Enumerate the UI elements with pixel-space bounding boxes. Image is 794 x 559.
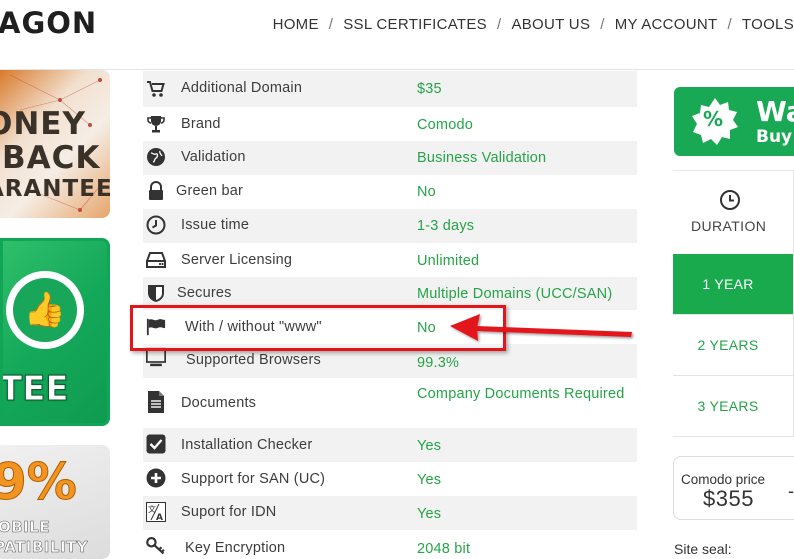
money-back-banner[interactable]: ONEY BACK ARANTEE <box>0 70 110 218</box>
document-icon <box>146 391 166 413</box>
thumbs-up-badge: 👍 <box>6 271 84 349</box>
spec-value: Yes <box>417 438 442 454</box>
guarantee-banner[interactable]: 👍 TEE <box>0 238 110 426</box>
clock-icon <box>146 215 166 235</box>
spec-value: Unlimited <box>417 253 480 269</box>
percent-symbol: % <box>703 107 724 131</box>
spec-value: $35 <box>417 81 442 97</box>
spec-row-documents: Documents Company Documents Required <box>143 378 637 428</box>
checkbox-icon <box>146 434 166 454</box>
svg-text:A: A <box>156 513 163 522</box>
money-back-line-1: ONEY <box>0 106 86 142</box>
nav-separator: / <box>727 16 732 33</box>
spec-label: Server Licensing <box>181 252 293 268</box>
nav-my-account[interactable]: MY ACCOUNT <box>615 16 718 33</box>
duration-option-2-years[interactable]: 2 YEARS <box>673 315 794 376</box>
spec-row-validation: Validation Business Validation <box>143 141 637 175</box>
spec-row-green-bar: Green bar No <box>143 175 637 209</box>
mobile-percent: 9% <box>0 453 77 512</box>
plus-circle-icon <box>146 468 166 488</box>
spec-label: Brand <box>181 116 221 132</box>
promo-title: Wa <box>756 95 794 128</box>
spec-label: Secures <box>177 285 232 301</box>
spec-value: Company Documents Required <box>417 386 625 402</box>
spec-value: 1-3 days <box>417 218 475 234</box>
duration-option-3-years[interactable]: 3 YEARS <box>673 376 794 437</box>
spec-label: Issue time <box>181 217 250 233</box>
duration-header: DURATION <box>673 170 794 254</box>
duration-label: DURATION <box>691 218 767 234</box>
spec-value: 2048 bit <box>417 541 471 557</box>
lock-icon <box>146 181 166 201</box>
globe-icon <box>146 147 166 167</box>
spec-row-server-licensing: Server Licensing Unlimited <box>143 243 637 277</box>
spec-label: Validation <box>181 149 246 165</box>
nav-separator: / <box>496 16 502 33</box>
thumbs-up-icon: 👍 <box>13 278 77 342</box>
price-label: Comodo price <box>681 472 766 487</box>
promo-subtitle: Buy <box>756 127 793 147</box>
spec-value: Yes <box>417 472 442 488</box>
money-back-line-2: BACK <box>2 140 101 176</box>
cart-icon <box>146 79 166 99</box>
promo-banner[interactable]: % Wa Buy <box>674 87 794 156</box>
trophy-icon <box>146 114 166 134</box>
price-amount: $355 <box>703 486 754 511</box>
duration-option-1-year[interactable]: 1 YEAR <box>673 254 794 315</box>
spec-row-additional-domain: Additional Domain $35 <box>143 71 637 107</box>
annotation-arrow <box>450 314 632 341</box>
clock-icon <box>720 190 740 210</box>
site-logo[interactable]: AGON <box>0 6 97 40</box>
nav-tools[interactable]: TOOLS <box>742 16 794 33</box>
money-back-line-3: ARANTEE <box>0 176 110 202</box>
main-nav: HOME / SSL CERTIFICATES / ABOUT US / MY … <box>273 16 794 33</box>
spec-label: Supported Browsers <box>186 352 321 368</box>
price-box: Comodo price $355 - <box>673 456 794 520</box>
spec-value: Business Validation <box>417 150 547 166</box>
spec-value: No <box>417 184 436 200</box>
spec-value: 99.3% <box>417 355 460 371</box>
shield-icon <box>146 283 166 303</box>
spec-value: Comodo <box>417 117 474 133</box>
spec-label: Key Encryption <box>185 540 286 556</box>
spec-row-issue-time: Issue time 1-3 days <box>143 209 637 243</box>
spec-row-installation-checker: Installation Checker Yes <box>143 428 637 462</box>
server-icon <box>146 250 166 270</box>
site-header: AGON HOME / SSL CERTIFICATES / ABOUT US … <box>0 0 794 70</box>
mobile-line-2: PATIBILITY <box>0 538 89 557</box>
spec-row-key-encryption: Key Encryption 2048 bit <box>143 530 637 559</box>
spec-row-idn-support: 文A Suport for IDN Yes <box>143 496 637 530</box>
spec-label: Support for SAN (UC) <box>181 471 326 487</box>
nav-home[interactable]: HOME <box>273 16 319 33</box>
spec-label: Suport for IDN <box>181 504 277 520</box>
key-icon <box>146 536 166 556</box>
nav-about-us[interactable]: ABOUT US <box>511 16 590 33</box>
nav-separator: / <box>328 16 334 33</box>
mobile-line-1: OBILE <box>0 518 51 537</box>
spec-value: Multiple Domains (UCC/SAN) <box>417 286 613 302</box>
nav-separator: / <box>600 16 605 33</box>
spec-label: Additional Domain <box>181 80 303 96</box>
spec-value: Yes <box>417 506 442 522</box>
mobile-compatibility-banner[interactable]: 9% OBILE PATIBILITY <box>0 445 110 559</box>
spec-label: Installation Checker <box>181 437 313 453</box>
guarantee-text: TEE <box>0 369 69 410</box>
spec-row-san-support: Support for SAN (UC) Yes <box>143 462 637 496</box>
translate-icon: 文A <box>146 502 166 522</box>
spec-row-brand: Brand Comodo <box>143 107 637 141</box>
spec-label: Green bar <box>176 183 244 199</box>
spec-label: Documents <box>181 395 257 411</box>
nav-ssl-certificates[interactable]: SSL CERTIFICATES <box>343 16 487 33</box>
site-seal-label: Site seal: <box>674 541 732 557</box>
price-suffix: - <box>788 481 794 501</box>
